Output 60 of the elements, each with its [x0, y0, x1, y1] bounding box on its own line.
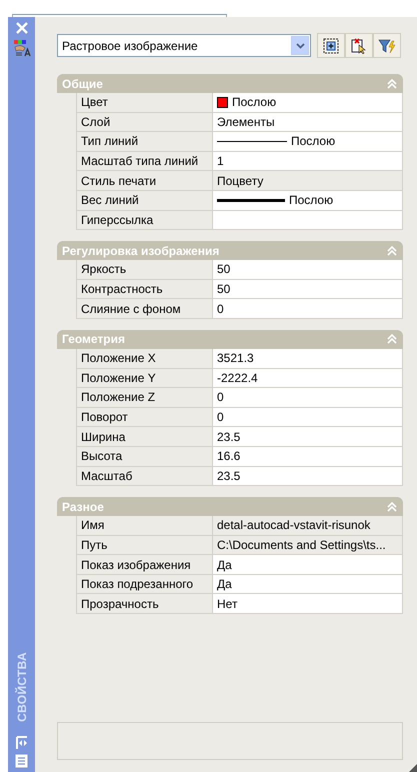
toggle-pickadd-button[interactable] — [373, 33, 401, 58]
property-value: Да — [217, 577, 232, 592]
property-value: 1 — [217, 154, 224, 168]
property-value-cell[interactable]: 1 — [213, 152, 403, 170]
property-value-cell[interactable]: 0 — [213, 388, 403, 407]
property-value-cell[interactable]: 23.5 — [213, 427, 403, 446]
quick-select-button[interactable] — [317, 33, 345, 58]
property-value: Да — [217, 558, 232, 572]
linetype-line — [217, 140, 287, 142]
property-value: Поцвету — [217, 174, 264, 188]
property-value: 3521.3 — [217, 351, 254, 366]
property-value-cell[interactable]: Да — [213, 574, 403, 594]
property-value-cell[interactable]: 0 — [213, 299, 403, 318]
property-value: C:\Documents and Settings\ts... — [217, 538, 386, 552]
property-value-cell[interactable]: Да — [213, 555, 403, 574]
property-value-cell[interactable]: 16.6 — [213, 446, 403, 466]
property-value-cell[interactable] — [213, 210, 403, 230]
property-value: detal-autocad-vstavit-risunok — [217, 518, 370, 532]
property-value: 23.5 — [217, 430, 240, 444]
property-value-cell[interactable]: 3521.3 — [213, 348, 403, 368]
property-value-cell[interactable]: Послою — [213, 93, 403, 112]
selection-icon — [323, 38, 339, 54]
close-icon[interactable] — [14, 21, 28, 35]
collapse-icon[interactable] — [387, 334, 397, 344]
lineweight-line — [217, 198, 285, 202]
collapse-icon[interactable] — [387, 246, 397, 256]
property-value: 50 — [217, 282, 230, 296]
property-value-cell[interactable]: 50 — [213, 260, 403, 279]
collapse-icon[interactable] — [387, 78, 397, 88]
property-value: 0 — [217, 410, 224, 424]
caret-icon — [296, 42, 304, 48]
palette-title: СВОЙСТВА — [14, 652, 28, 722]
cursor-icon — [351, 38, 367, 54]
property-value-cell[interactable]: -2222.4 — [213, 368, 403, 388]
properties-icon[interactable] — [12, 39, 30, 57]
property-value: 0 — [217, 302, 224, 316]
property-value: Элементы — [217, 114, 275, 129]
property-value: 16.6 — [217, 449, 240, 464]
auto-hide-icon[interactable] — [16, 736, 28, 750]
property-value: 50 — [217, 262, 230, 276]
object-type-dropdown[interactable]: Растровое изображение — [57, 34, 311, 57]
property-value-cell[interactable]: Послою — [213, 190, 403, 210]
property-value-cell[interactable]: 50 — [213, 280, 403, 298]
property-value: Послою — [291, 134, 336, 148]
property-value: 23.5 — [217, 468, 240, 483]
property-value: Послою — [232, 95, 276, 110]
menu-icon[interactable] — [15, 754, 28, 768]
collapse-icon[interactable] — [387, 502, 397, 512]
resize-grip-icon[interactable] — [409, 764, 417, 772]
property-value: 0 — [217, 390, 224, 404]
property-value-cell[interactable]: 0 — [213, 408, 403, 426]
property-value: Послою — [289, 193, 334, 208]
property-value-cell[interactable]: Послою — [213, 132, 403, 151]
select-objects-button[interactable] — [345, 33, 373, 58]
property-value: Нет — [217, 596, 238, 611]
property-value-cell[interactable]: 23.5 — [213, 466, 403, 486]
property-value-cell[interactable]: Элементы — [213, 112, 403, 132]
funnel-icon — [378, 38, 396, 54]
property-value: -2222.4 — [217, 370, 258, 385]
property-value-cell[interactable]: Нет — [213, 594, 403, 614]
